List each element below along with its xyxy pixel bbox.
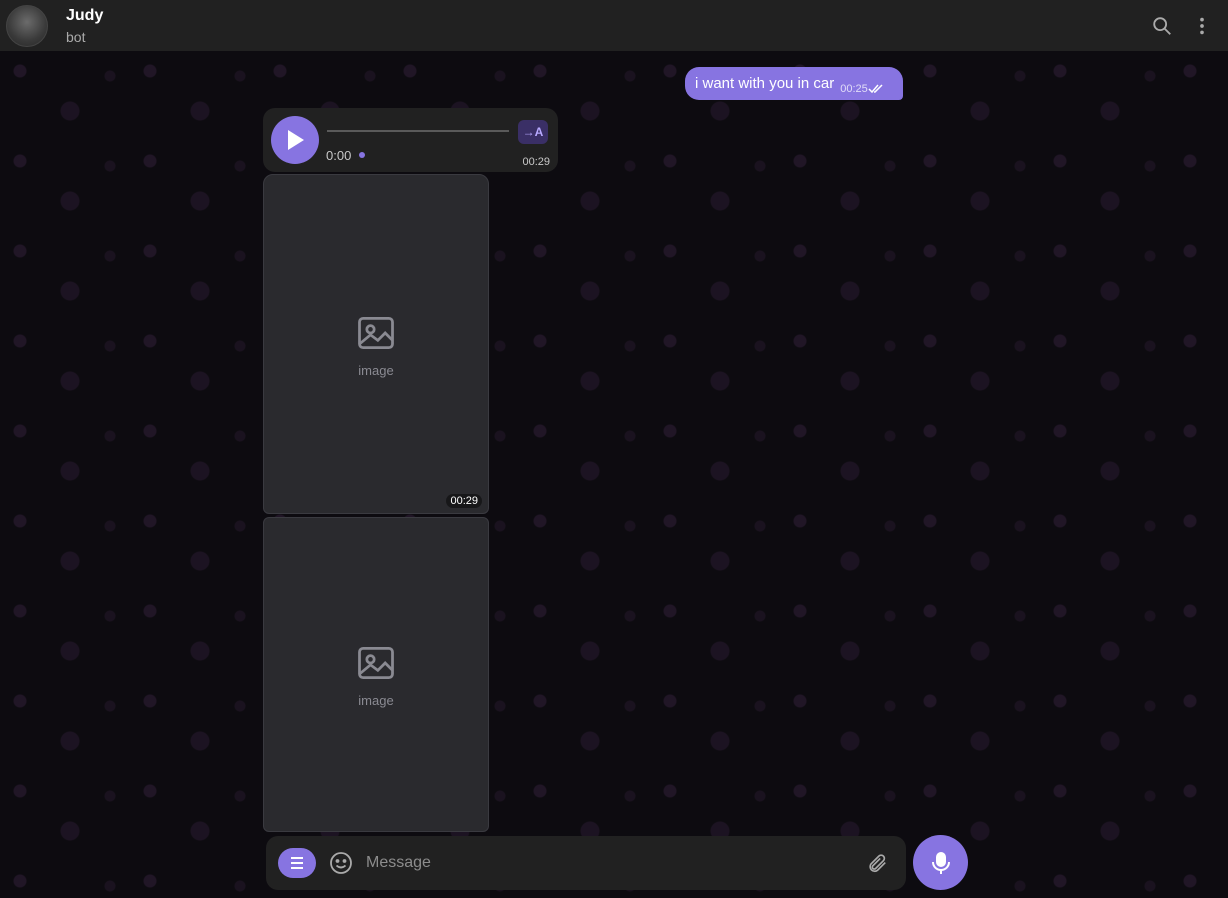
photo-placeholder: image [354, 641, 398, 708]
photo-placeholder-label: image [358, 693, 394, 708]
chat-header: Judy bot [0, 0, 1228, 51]
paperclip-icon [869, 854, 886, 873]
voice-position: 0:00 [326, 148, 352, 163]
unread-dot [359, 152, 365, 158]
search-icon [1153, 16, 1171, 35]
message-meta: 00:25 [840, 83, 886, 95]
header-actions [1142, 6, 1222, 46]
message-time: 00:25 [840, 82, 868, 95]
voice-record-button[interactable] [913, 835, 968, 890]
message-input[interactable] [366, 846, 860, 880]
avatar[interactable] [6, 4, 48, 47]
attach-button[interactable] [860, 846, 894, 880]
chat-title: Judy [66, 6, 104, 24]
chat-background [0, 51, 1228, 898]
photo-duration: 00:29 [446, 494, 482, 508]
play-icon [288, 130, 304, 150]
emoji-button[interactable] [324, 846, 358, 880]
smile-icon [330, 852, 352, 874]
photo-message[interactable]: image [263, 517, 489, 832]
message-composer [266, 836, 906, 890]
photo-message[interactable]: image 00:29 [263, 174, 489, 514]
photo-placeholder-label: image [358, 362, 394, 378]
bot-menu-button[interactable] [278, 848, 316, 878]
transcribe-button[interactable]: →A [518, 120, 548, 144]
more-button[interactable] [1182, 6, 1222, 46]
search-button[interactable] [1142, 6, 1182, 46]
image-icon [358, 646, 394, 680]
voice-waveform[interactable] [327, 130, 509, 132]
chat-title-block[interactable]: Judy bot [66, 6, 103, 46]
voice-message: 0:00 →A 00:29 [263, 108, 558, 172]
image-icon [358, 316, 394, 349]
double-check-icon [868, 83, 883, 93]
photo-placeholder: image [354, 311, 398, 378]
microphone-icon [931, 851, 950, 874]
menu-icon [291, 857, 303, 869]
chat-subtitle: bot [66, 28, 86, 45]
voice-duration: 00:29 [522, 156, 550, 168]
outgoing-message[interactable]: i want with you in car 00:25 [685, 67, 903, 100]
message-text: i want with you in car [695, 75, 835, 92]
more-vertical-icon [1200, 17, 1204, 34]
play-button[interactable] [271, 116, 319, 164]
